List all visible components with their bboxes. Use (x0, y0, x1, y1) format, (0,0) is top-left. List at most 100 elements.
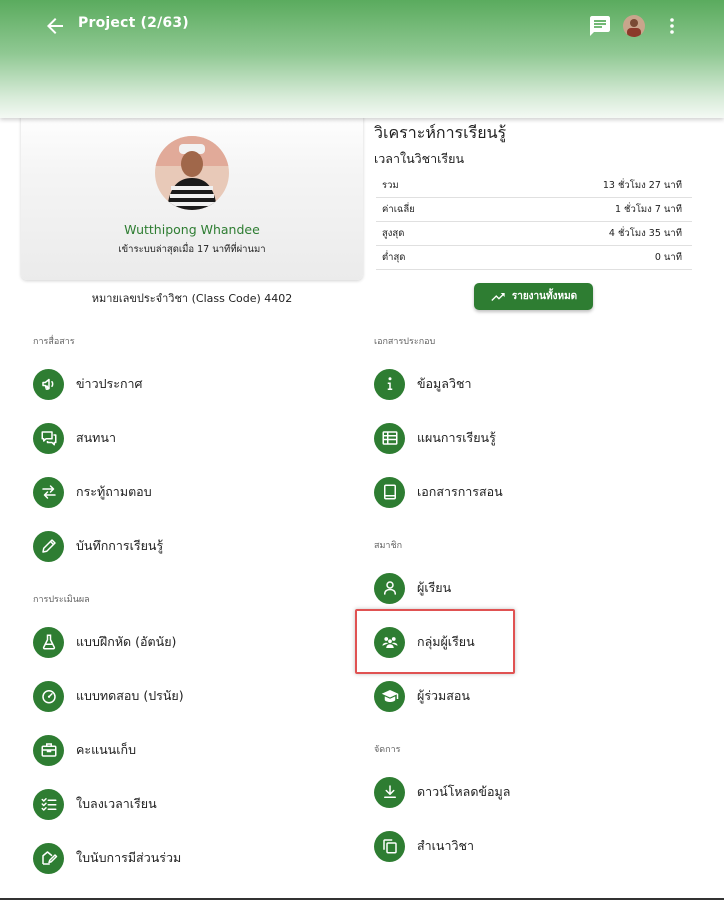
menu-label: แผนการเรียนรู้ (417, 430, 496, 445)
section-assessment: การประเมินผล (33, 595, 90, 605)
full-report-button[interactable]: รายงานทั้งหมด (474, 283, 593, 310)
menu-label: คะแนนเก็บ (76, 742, 136, 757)
time-stats-table: รวม 13 ชั่วโมง 27 นาที ค่าเฉลี่ย 1 ชั่วโ… (376, 174, 692, 270)
menu-icon-circle (374, 776, 405, 808)
section-manage: จัดการ (374, 745, 401, 755)
chat-icon (590, 16, 610, 36)
stat-value: 13 ชั่วโมง 27 นาที (602, 180, 682, 191)
menu-label: เอกสารการสอน (417, 484, 503, 499)
menu-label: ใบลงเวลาเรียน (76, 796, 157, 811)
menu-item-lesson-plan[interactable]: แผนการเรียนรู้ (374, 421, 496, 455)
stat-label: สูงสุด (382, 228, 405, 239)
menu-icon-circle (33, 842, 64, 874)
menu-icon-circle (374, 830, 405, 862)
menu-item-co-teachers[interactable]: ผู้ร่วมสอน (374, 679, 470, 713)
menu-icon-circle (33, 734, 64, 766)
report-button-label: รายงานทั้งหมด (511, 291, 578, 302)
graduation-cap-icon (381, 690, 398, 702)
briefcase-icon (41, 743, 56, 757)
menu-item-scores[interactable]: คะแนนเก็บ (33, 733, 136, 767)
class-code: หมายเลขประจำวิชา (Class Code) 4402 (91, 292, 293, 305)
section-members: สมาชิก (374, 541, 403, 551)
stat-label: ต่ำสุด (382, 252, 406, 263)
app-bar: Project (2/63) (0, 0, 724, 118)
menu-item-qa[interactable]: กระทู้ถามตอบ (33, 475, 152, 509)
menu-icon-circle (374, 422, 405, 454)
download-icon (383, 785, 396, 798)
menu-item-quiz[interactable]: แบบทดสอบ (ปรนัย) (33, 679, 184, 713)
menu-icon-circle (374, 626, 405, 658)
analytics-title: วิเคราะห์การเรียนรู้ (374, 123, 507, 142)
trending-up-icon (491, 292, 505, 301)
copy-icon (382, 839, 397, 854)
menu-icon-circle (33, 368, 64, 400)
menu-label: กลุ่มผู้เรียน (417, 634, 475, 649)
flask-icon (42, 634, 55, 650)
stat-value: 0 นาที (654, 252, 682, 263)
swap-horizontal-icon (41, 485, 56, 499)
stat-value: 4 ชั่วโมง 35 นาที (608, 228, 682, 239)
time-in-course-title: เวลาในวิชาเรียน (374, 151, 464, 166)
menu-icon-circle (374, 680, 405, 712)
profile-card: Wutthipong Whandee เข้าระบบล่าสุดเมื่อ 1… (21, 110, 363, 280)
section-communication: การสื่อสาร (33, 337, 75, 347)
menu-label: ข่าวประกาศ (76, 376, 143, 391)
pencil-icon (41, 539, 56, 553)
back-button[interactable] (42, 14, 68, 38)
page-title: Project (2/63) (78, 15, 189, 31)
stat-label: รวม (382, 180, 399, 191)
menu-item-students[interactable]: ผู้เรียน (374, 571, 451, 605)
menu-label: กระทู้ถามตอบ (76, 484, 152, 499)
menu-item-announcements[interactable]: ข่าวประกาศ (33, 367, 142, 401)
stat-label: ค่าเฉลี่ย (382, 204, 415, 215)
menu-label: ข้อมูลวิชา (417, 376, 472, 391)
menu-icon-circle (33, 680, 64, 712)
menu-item-download-data[interactable]: ดาวน์โหลดข้อมูล (374, 775, 510, 809)
chat-button[interactable] (588, 14, 612, 38)
profile-avatar (155, 136, 229, 210)
speedometer-icon (41, 690, 56, 704)
menu-icon-circle (374, 572, 405, 604)
avatar-icon (623, 15, 645, 37)
menu-item-copy-course[interactable]: สำเนาวิชา (374, 829, 474, 863)
checklist-icon (41, 798, 56, 811)
menu-label: ผู้เรียน (417, 580, 452, 595)
table-row: ต่ำสุด 0 นาที (376, 246, 692, 270)
info-icon (387, 377, 392, 390)
menu-icon-circle (33, 788, 64, 820)
menu-label: แบบฝึกหัด (อัตนัย) (76, 634, 177, 649)
profile-name: Wutthipong Whandee (124, 222, 260, 237)
menu-item-course-info[interactable]: ข้อมูลวิชา (374, 367, 471, 401)
menu-item-student-groups[interactable]: กลุ่มผู้เรียน (374, 625, 475, 659)
user-avatar-button[interactable] (623, 15, 645, 37)
person-icon (383, 581, 396, 595)
last-login-text: เข้าระบบล่าสุดเมื่อ 17 นาทีที่ผ่านมา (118, 244, 266, 255)
more-vertical-icon (670, 18, 674, 34)
menu-item-attendance[interactable]: ใบลงเวลาเรียน (33, 787, 157, 821)
table-row: รวม 13 ชั่วโมง 27 นาที (376, 174, 692, 198)
menu-icon-circle (374, 368, 405, 400)
arrow-left-icon (47, 18, 63, 34)
menu-label: สำเนาวิชา (417, 838, 475, 853)
forum-icon (41, 431, 56, 446)
menu-item-participation[interactable]: ใบนับการมีส่วนร่วม (33, 841, 181, 875)
table-icon (382, 431, 397, 445)
menu-label: ผู้ร่วมสอน (417, 688, 470, 703)
group-icon (382, 637, 397, 648)
menu-item-exercise[interactable]: แบบฝึกหัด (อัตนัย) (33, 625, 176, 659)
megaphone-icon (41, 378, 53, 390)
menu-label: สนทนา (76, 430, 116, 445)
menu-icon-circle (33, 422, 64, 454)
more-options-button[interactable] (660, 14, 684, 38)
menu-label: บันทึกการเรียนรู้ (76, 538, 164, 553)
menu-label: ดาวน์โหลดข้อมูล (417, 784, 511, 799)
table-row: สูงสุด 4 ชั่วโมง 35 นาที (376, 222, 692, 246)
book-icon (383, 484, 396, 500)
menu-label: ใบนับการมีส่วนร่วม (76, 850, 182, 865)
stat-value: 1 ชั่วโมง 7 นาที (614, 204, 682, 215)
menu-item-teaching-docs[interactable]: เอกสารการสอน (374, 475, 503, 509)
menu-item-learning-log[interactable]: บันทึกการเรียนรู้ (33, 529, 163, 563)
menu-icon-circle (33, 476, 64, 508)
section-documents: เอกสารประกอบ (374, 337, 436, 347)
menu-item-discussion[interactable]: สนทนา (33, 421, 116, 455)
